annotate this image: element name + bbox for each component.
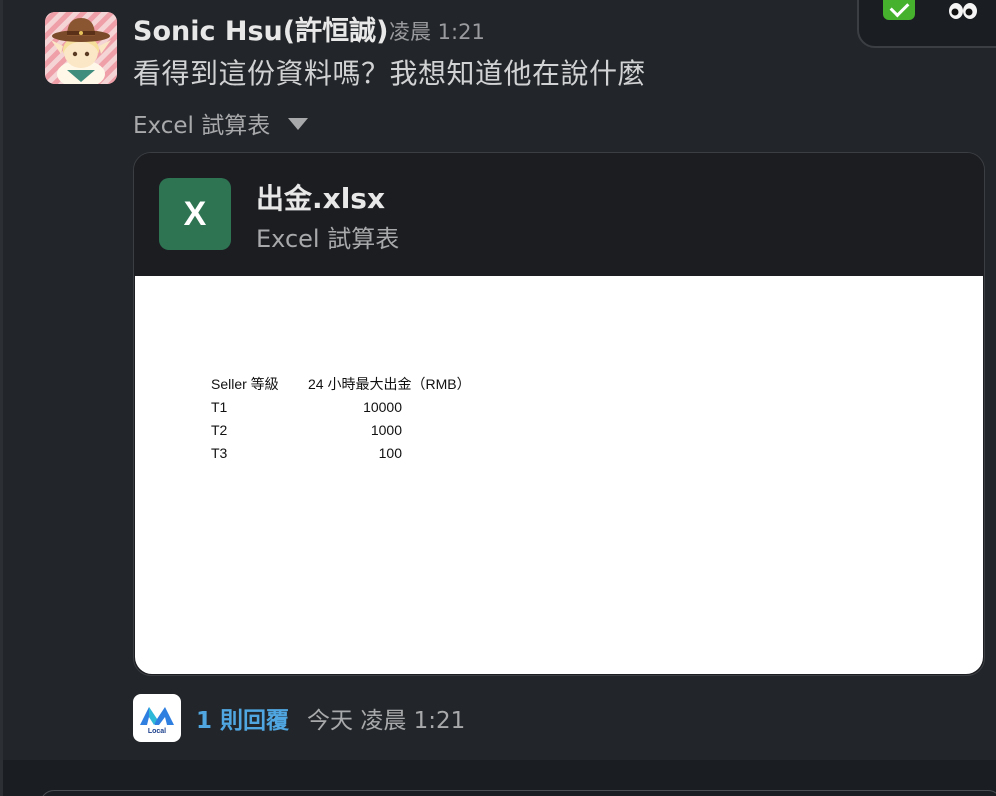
- reply-avatar[interactable]: Local: [133, 694, 181, 742]
- file-attachment-card[interactable]: X 出金.xlsx Excel 試算表 Seller 等級 24 小時最大出金（…: [133, 152, 985, 676]
- caret-down-icon[interactable]: [288, 118, 309, 130]
- reaction-bar[interactable]: [857, 0, 996, 48]
- attachment-toggle[interactable]: Excel 試算表: [133, 106, 309, 140]
- table-cell: T2: [211, 422, 228, 438]
- column-header: 24 小時最大出金（RMB）: [308, 376, 471, 392]
- excel-file-icon: X: [159, 178, 231, 250]
- sender-avatar[interactable]: [45, 12, 117, 84]
- reply-count-link[interactable]: 1 則回覆: [196, 701, 289, 735]
- message-timestamp[interactable]: 凌晨 1:21: [389, 16, 485, 46]
- table-cell: T1: [211, 399, 228, 415]
- table-cell: 10000: [363, 399, 402, 415]
- table-cell: 100: [378, 445, 402, 461]
- file-header[interactable]: X 出金.xlsx Excel 試算表: [134, 153, 984, 275]
- app-label: Local: [148, 728, 166, 735]
- attachment-type-label: Excel 試算表: [133, 113, 271, 139]
- spreadsheet-preview[interactable]: Seller 等級 24 小時最大出金（RMB） T1 10000 T2 100…: [135, 276, 983, 674]
- eyes-icon[interactable]: [947, 2, 979, 20]
- white-check-mark-icon[interactable]: [883, 0, 915, 20]
- table-cell: T3: [211, 445, 228, 461]
- column-header: Seller 等級: [211, 376, 279, 392]
- thread-summary[interactable]: Local 1 則回覆 今天 凌晨 1:21: [133, 694, 465, 742]
- last-reply-time: 今天 凌晨 1:21: [307, 708, 466, 734]
- message: Sonic Hsu(許恒誠) 凌晨 1:21 看得到這份資料嗎？我想知道他在說什…: [3, 0, 996, 760]
- slack-channel-view: Sonic Hsu(許恒誠) 凌晨 1:21 看得到這份資料嗎？我想知道他在說什…: [0, 0, 996, 796]
- message-text: 看得到這份資料嗎？我想知道他在說什麼: [133, 57, 647, 90]
- table-cell: 1000: [370, 422, 402, 438]
- message-composer[interactable]: [40, 790, 996, 796]
- file-type: Excel 試算表: [256, 225, 400, 253]
- file-name[interactable]: 出金.xlsx: [256, 177, 385, 217]
- sender-name[interactable]: Sonic Hsu(許恒誠): [133, 9, 388, 48]
